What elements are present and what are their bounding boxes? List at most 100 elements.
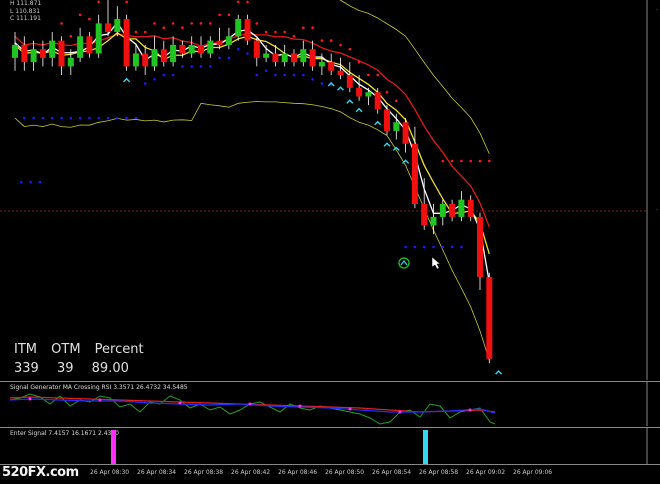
indicator-pane-1-plot <box>9 382 648 426</box>
candle-body <box>365 92 372 97</box>
candle-body <box>374 92 381 110</box>
red-dot <box>376 73 380 77</box>
blue-dot <box>460 245 463 249</box>
indicator-pane-ma-rsi[interactable]: Signal Generator MA Crossing RSI 3.3571 … <box>0 381 660 426</box>
candle-body <box>58 40 65 67</box>
time-axis-label: 26 Apr 08:38 <box>184 469 224 476</box>
candle-body <box>318 62 325 67</box>
circled-signal-icon <box>398 257 410 269</box>
main-price-chart[interactable] <box>0 0 660 380</box>
blue-dot <box>153 78 156 81</box>
candle-body <box>328 62 335 71</box>
bollinger-bands <box>14 0 490 361</box>
buy-arrow-icon <box>337 86 344 91</box>
candlesticks <box>12 0 493 364</box>
red-dot <box>255 22 259 25</box>
circled-arrow-icon <box>400 260 408 266</box>
blue-dot <box>190 65 193 68</box>
red-dot <box>246 0 249 4</box>
ohlc-close: C 111.191 <box>10 15 41 22</box>
candle-body <box>467 199 474 217</box>
blue-dot <box>38 180 42 184</box>
blue-dot <box>134 116 138 120</box>
blue-dot <box>20 180 23 184</box>
candle-body <box>439 204 446 217</box>
time-axis-label: 26 Apr 08:50 <box>325 469 365 476</box>
candle-body <box>421 204 428 226</box>
candle-body <box>49 40 56 58</box>
red-dot <box>218 13 221 17</box>
stats-header-itm: ITM <box>14 342 37 357</box>
candle-body <box>216 40 223 45</box>
blue-dot <box>181 65 184 68</box>
blue-dot <box>292 73 296 77</box>
candle-body <box>411 143 418 204</box>
blue-dot <box>97 116 100 120</box>
buy-arrow-icon <box>374 120 382 126</box>
mouse-cursor-icon <box>431 256 441 270</box>
buy-arrow-icon <box>383 142 391 147</box>
red-dot <box>171 22 175 25</box>
buy-arrow-icon <box>495 370 503 375</box>
time-axis-label: 26 Apr 09:06 <box>513 469 553 476</box>
red-dot <box>292 35 296 38</box>
blue-dot <box>255 73 259 77</box>
candle-body <box>263 53 270 58</box>
candle-body <box>402 122 409 144</box>
ohlc-readout: H 111.871 L 110.831 C 111.191 <box>10 0 41 23</box>
indicator-pane-enter-signal[interactable]: Enter Signal 7.4157 16.1671 2.4390 <box>0 427 660 465</box>
blue-dot <box>302 73 305 77</box>
time-axis-label: 26 Apr 08:30 <box>90 469 130 476</box>
candle-body <box>123 19 130 67</box>
red-dot <box>190 22 193 25</box>
blue-dot <box>218 56 221 60</box>
stats-header-otm: OTM <box>51 342 81 357</box>
time-axis: 26 Apr 08:30 26 Apr 08:34 26 Apr 08:38 2… <box>0 464 660 484</box>
blue-dot <box>236 47 240 51</box>
blue-dot <box>69 116 73 120</box>
candle-body <box>105 23 111 32</box>
candle-body <box>207 40 214 54</box>
candle-body <box>337 70 344 75</box>
red-dot <box>450 159 454 163</box>
red-dot <box>60 22 63 25</box>
candle-body <box>142 53 149 67</box>
ma-blue-line <box>9 398 496 414</box>
stats-value-row: 339 39 89.00 <box>14 361 139 376</box>
blue-dot <box>311 78 314 81</box>
time-axis-label: 26 Apr 08:58 <box>419 469 459 476</box>
candle-body <box>39 49 46 58</box>
blue-dot <box>227 56 231 60</box>
blue-dot <box>450 245 454 249</box>
blue-dot <box>106 116 110 120</box>
blue-dot <box>274 73 277 77</box>
blue-dot <box>23 116 26 120</box>
red-dot <box>311 26 314 30</box>
stats-value-itm: 339 <box>14 361 39 376</box>
blue-dot <box>41 116 45 120</box>
blue-dot <box>78 116 82 120</box>
buy-arrow-icon <box>355 107 363 113</box>
red-dot <box>264 30 268 34</box>
candle-body <box>449 204 456 217</box>
red-dot <box>367 73 370 77</box>
time-axis-label: 26 Apr 08:46 <box>278 469 318 476</box>
candle-body <box>225 36 232 45</box>
red-dot <box>357 60 361 64</box>
red-dot <box>209 22 212 25</box>
candle-body <box>95 23 102 54</box>
red-dot <box>181 26 184 30</box>
candle-body <box>170 44 177 63</box>
blue-dot <box>209 65 212 68</box>
red-dot <box>395 99 398 103</box>
blue-dot <box>125 116 128 120</box>
candle-body <box>486 277 493 359</box>
blue-dot <box>283 73 287 77</box>
blue-dot <box>246 52 249 55</box>
blue-dot <box>441 245 445 249</box>
candle-body <box>188 44 195 54</box>
candle-body <box>253 40 260 58</box>
red-dot <box>478 159 482 163</box>
price-tick: · <box>656 207 658 214</box>
red-dot <box>143 30 147 34</box>
